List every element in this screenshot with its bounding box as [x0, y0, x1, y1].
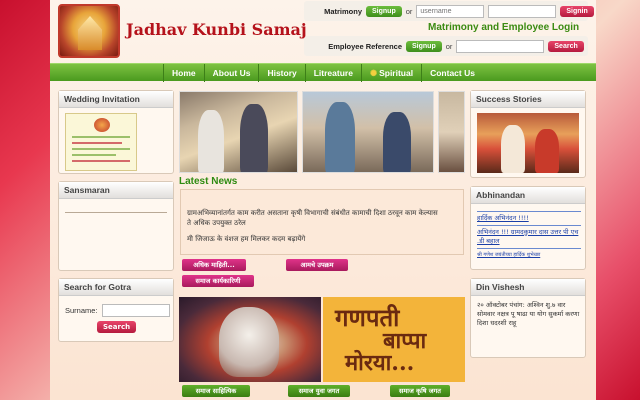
abhinandan-title: Abhinandan	[471, 187, 585, 204]
gotra-search-panel: Search for Gotra Surname: Search	[58, 278, 174, 342]
our-activities-button[interactable]: आमचे उपक्रम	[286, 259, 348, 271]
wedding-invitation-image[interactable]	[65, 113, 137, 171]
nav-history[interactable]: History	[259, 63, 306, 82]
news-item[interactable]: ते अधिक उपयुक्त ठरेल	[187, 218, 455, 228]
wedding-invitation-title: Wedding Invitation	[59, 91, 173, 108]
gotra-search-title: Search for Gotra	[59, 279, 173, 296]
invite-line	[72, 154, 116, 156]
samaj-literature-button[interactable]: समाज साहित्यिक	[182, 385, 250, 397]
person-figure	[240, 104, 268, 172]
invite-line	[72, 160, 130, 162]
sansmaran-title: Sansmaran	[59, 182, 173, 199]
samaj-agri-button[interactable]: समाज कृषि जगत	[390, 385, 450, 397]
ganesh-painting-image[interactable]	[179, 297, 321, 382]
ganesha-icon	[219, 307, 279, 377]
nav-about-us[interactable]: About Us	[205, 63, 260, 82]
employee-search-input[interactable]	[456, 39, 545, 53]
username-input[interactable]	[416, 4, 485, 18]
site-title: Jadhav Kunbi Samaj	[126, 20, 307, 39]
matrimony-label: Matrimony	[324, 6, 362, 16]
invite-line	[72, 142, 122, 144]
nav-litreature[interactable]: Litreature	[306, 63, 362, 82]
slideshow-photo	[302, 91, 434, 173]
invite-line	[72, 148, 130, 150]
nav-spiritual[interactable]: ✺ Spiritual	[362, 63, 423, 82]
ganpati-bappa-image[interactable]: गणपती बाप्पा मोरया...	[323, 297, 465, 382]
bride-figure	[535, 129, 559, 173]
surname-row: Surname:	[65, 304, 170, 317]
main-nav: Home About Us History Litreature ✺ Spirit…	[50, 63, 596, 82]
password-input[interactable]	[488, 4, 557, 18]
employee-label: Employee Reference	[328, 41, 402, 51]
matrimony-login-row: Matrimony Signup or Signin	[306, 3, 594, 19]
abhinandan-link[interactable]: हार्दिक अभिनंदन !!!!	[477, 214, 581, 223]
samaj-youth-button[interactable]: समाज युवा जगत	[288, 385, 350, 397]
success-stories-title: Success Stories	[471, 91, 585, 108]
abhinandan-link[interactable]: श्री गणेश जयंतीच्या हार्दिक शुभेच्छा	[477, 251, 581, 260]
success-stories-panel: Success Stories	[470, 90, 586, 178]
abhinandan-link[interactable]: अभिनंदन !!! ग्रामदकुमार दास उत्तर पी एच …	[477, 228, 581, 246]
header: Jadhav Kunbi Samaj Matrimony Signup or S…	[50, 0, 596, 64]
person-figure	[198, 110, 224, 172]
abhi-divider	[477, 248, 581, 249]
employee-signup-button[interactable]: Signup	[406, 40, 442, 52]
or-label: or	[445, 41, 453, 51]
om-icon: ✺	[369, 67, 378, 78]
din-vishesh-title: Din Vishesh	[471, 279, 585, 296]
abhi-divider	[477, 211, 581, 212]
din-vishesh-text: २० ऑक्टोबर पंचांग: अश्विन शु.७ वार सोमवा…	[477, 301, 580, 327]
bappa-text-line3: मोरया...	[345, 350, 415, 376]
person-figure	[383, 112, 411, 172]
gotra-search-button[interactable]: Search	[97, 321, 137, 333]
sansmaran-divider	[65, 212, 167, 213]
din-vishesh-panel: Din Vishesh २० ऑक्टोबर पंचांग: अश्विन शु…	[470, 278, 586, 358]
latest-news-box: ग्रामअभिव्यानांतर्गत काम करीत असताना कृष…	[180, 189, 464, 255]
abhi-divider	[477, 225, 581, 226]
person-figure	[325, 102, 355, 172]
abhinandan-list: हार्दिक अभिनंदन !!!! अभिनंदन !!! ग्रामदक…	[477, 209, 581, 260]
surname-input[interactable]	[101, 304, 170, 317]
nav-home[interactable]: Home	[163, 63, 205, 82]
abhinandan-panel: Abhinandan हार्दिक अभिनंदन !!!! अभिनंदन …	[470, 186, 586, 270]
signin-button[interactable]: Signin	[560, 5, 594, 17]
temple-icon	[78, 16, 102, 50]
employee-login-row: Employee Reference Signup or Search	[306, 38, 584, 54]
wedding-invitation-panel: Wedding Invitation	[58, 90, 174, 174]
samaj-logo[interactable]	[58, 4, 120, 58]
nav-contact-us[interactable]: Contact Us	[422, 64, 483, 82]
sansmaran-panel: Sansmaran	[58, 181, 174, 271]
samaj-executive-button[interactable]: समाज कार्यकारिणी	[182, 275, 254, 287]
ganesha-icon	[94, 118, 110, 132]
employee-search-button[interactable]: Search	[548, 40, 584, 52]
login-heading: Matrimony and Employee Login	[428, 22, 580, 33]
news-item[interactable]: ग्रामअभिव्यानांतर्गत काम करीत असताना कृष…	[187, 208, 455, 218]
or-label: or	[405, 6, 413, 16]
success-story-image[interactable]	[477, 113, 579, 173]
page-container: Jadhav Kunbi Samaj Matrimony Signup or S…	[50, 0, 596, 400]
surname-label: Surname:	[65, 306, 98, 315]
latest-news-heading: Latest News	[179, 176, 238, 187]
matrimony-signup-button[interactable]: Signup	[366, 5, 402, 17]
slideshow-photo	[438, 91, 465, 173]
photo-slideshow[interactable]	[179, 91, 465, 173]
invite-line	[72, 136, 130, 138]
slideshow-photo	[179, 91, 298, 173]
groom-figure	[501, 125, 525, 173]
news-item[interactable]: मी जिजाऊ के वंशज हम मिलकर कदम बढ़ायेंगे	[187, 234, 455, 244]
nav-spiritual-label: Spiritual	[379, 67, 414, 78]
more-info-button[interactable]: अधिक माहिती...	[182, 259, 246, 271]
